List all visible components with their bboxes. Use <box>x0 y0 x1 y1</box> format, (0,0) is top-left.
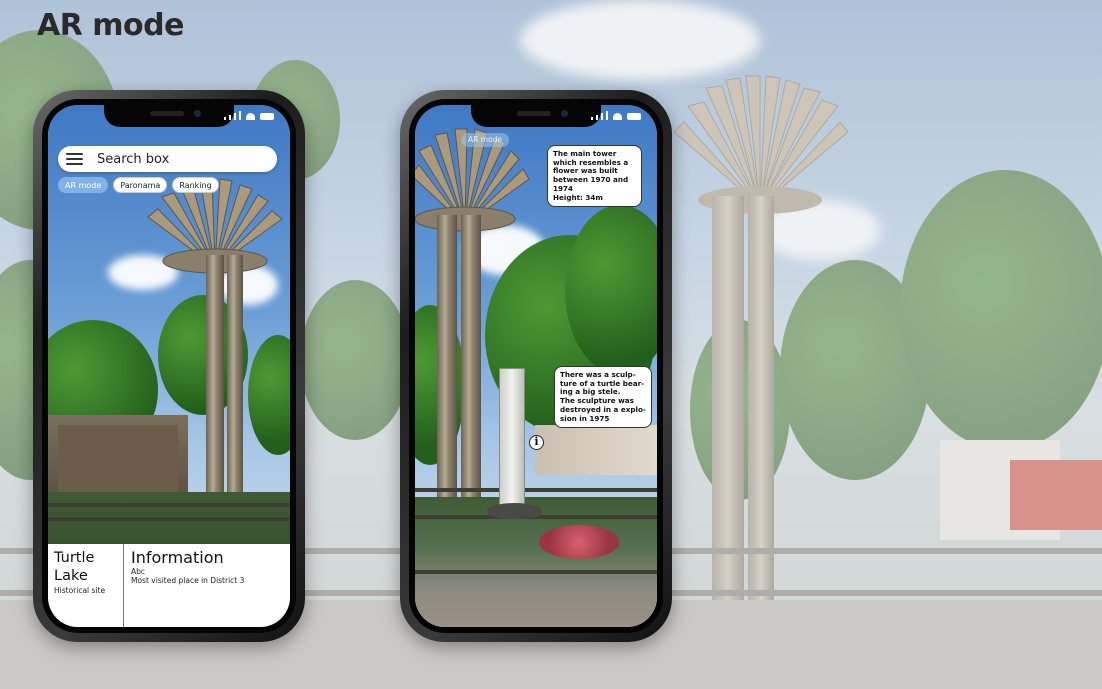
page-title: AR mode <box>37 8 184 43</box>
railing <box>48 517 290 521</box>
wifi-icon <box>246 113 255 120</box>
callout-tower[interactable]: The main tower which resembles a flower … <box>547 145 642 208</box>
battery-icon <box>260 113 274 120</box>
phone-browse: Search box AR mode Paronama Ranking Turt… <box>33 90 305 642</box>
menu-icon[interactable] <box>66 153 83 165</box>
phone-bezel: AR mode The main tower which resembles a… <box>409 99 663 633</box>
info-marker-icon[interactable]: i <box>529 435 544 450</box>
screen-ar[interactable]: AR mode The main tower which resembles a… <box>415 105 657 627</box>
phone-ar: AR mode The main tower which resembles a… <box>400 90 672 642</box>
status-bar <box>591 111 641 120</box>
wifi-icon <box>613 113 622 120</box>
chip-ranking[interactable]: Ranking <box>172 177 219 193</box>
info-title: Information <box>131 548 224 567</box>
signal-icon <box>606 111 608 120</box>
battery-icon <box>627 113 641 120</box>
info-line: Most visited place in District 3 <box>131 576 245 585</box>
screen-browse[interactable]: Search box AR mode Paronama Ranking Turt… <box>48 105 290 627</box>
callout-sculpture[interactable]: There was a sculp- ture of a turtle bear… <box>554 366 652 429</box>
signal-icon <box>234 113 236 120</box>
building <box>535 425 657 475</box>
signal-icon <box>596 115 598 120</box>
search-bar[interactable]: Search box <box>58 146 277 172</box>
railing <box>415 488 657 492</box>
chip-panorama[interactable]: Paronama <box>113 177 168 193</box>
railing <box>415 570 657 574</box>
stele <box>499 368 525 508</box>
place-name: Turtle Lake <box>54 550 95 584</box>
callout-line: Height: 34m <box>553 192 603 202</box>
notch <box>471 105 601 127</box>
status-bar <box>224 111 274 120</box>
mode-chips: AR mode Paronama Ranking <box>58 177 219 193</box>
flowerbed <box>539 525 619 559</box>
signal-icon <box>239 111 241 120</box>
search-input[interactable]: Search box <box>97 152 169 167</box>
signal-icon <box>229 115 231 120</box>
place-summary: Turtle Lake Historical site <box>48 544 124 627</box>
place-type: Historical site <box>54 586 106 595</box>
place-info-panel[interactable]: Turtle Lake Historical site Information … <box>48 544 290 627</box>
callout-line: sion in 1975 <box>560 413 610 423</box>
railing <box>48 503 290 507</box>
phone-bezel: Search box AR mode Paronama Ranking Turt… <box>42 99 296 633</box>
signal-icon <box>224 117 226 120</box>
ar-mode-badge[interactable]: AR mode <box>461 133 509 147</box>
notch <box>104 105 234 127</box>
place-details: Information Abc Most visited place in Di… <box>124 544 290 627</box>
info-line: Abc <box>131 567 146 576</box>
chip-ar-mode[interactable]: AR mode <box>58 177 109 193</box>
signal-icon <box>591 117 593 120</box>
signal-icon <box>601 113 603 120</box>
turtle-base <box>487 503 542 519</box>
